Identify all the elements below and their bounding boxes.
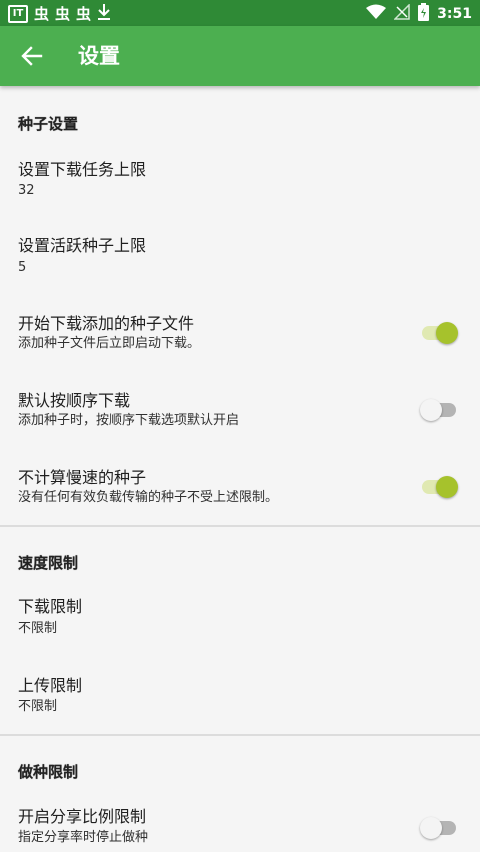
pref-summary: 32	[18, 183, 35, 198]
pref-summary: 不限制	[18, 621, 58, 636]
section-divider	[0, 734, 480, 736]
pref-title: 默认按顺序下载	[18, 391, 131, 410]
status-bar: IT 虫 虫 虫 3:51	[0, 0, 480, 26]
app-bar: 设置	[0, 26, 480, 86]
section-header-seeding: 做种限制	[18, 763, 79, 781]
pref-title: 设置活跃种子上限	[18, 236, 147, 255]
download-icon	[97, 3, 111, 25]
switch-thumb	[436, 322, 458, 344]
arrow-back-icon	[21, 46, 43, 66]
no-signal-icon	[393, 3, 410, 24]
back-button[interactable]	[14, 38, 50, 74]
bug-icon: 虫	[76, 5, 92, 23]
bug-icon: 虫	[34, 5, 50, 23]
switch-thumb	[436, 476, 458, 498]
pref-title: 设置下载任务上限	[18, 160, 147, 179]
bug-icon: 虫	[55, 5, 71, 23]
pref-title: 开启分享比例限制	[18, 807, 147, 826]
page-title: 设置	[78, 44, 120, 68]
toggle-switch-on[interactable]	[420, 320, 458, 344]
pref-title: 下载限制	[18, 597, 83, 616]
section-header-torrent: 种子设置	[18, 115, 79, 133]
toggle-switch-off[interactable]	[420, 815, 458, 839]
pref-summary: 添加种子文件后立即启动下载。	[18, 336, 201, 351]
switch-thumb	[420, 817, 442, 839]
pref-title: 不计算慢速的种子	[18, 468, 147, 487]
toggle-switch-off[interactable]	[420, 397, 458, 421]
pref-summary: 不限制	[18, 699, 58, 714]
section-header-speed: 速度限制	[18, 554, 79, 572]
battery-icon	[418, 3, 430, 25]
pref-title: 上传限制	[18, 676, 83, 695]
pref-summary: 没有任何有效负载传输的种子不受上述限制。	[18, 490, 279, 505]
settings-list: 种子设置 设置下载任务上限 32 设置活跃种子上限 5 开始下载添加的种子文件 …	[0, 86, 480, 852]
switch-thumb	[420, 399, 442, 421]
status-time: 3:51	[437, 6, 472, 22]
section-divider	[0, 525, 480, 527]
status-notifications: IT 虫 虫 虫	[8, 3, 111, 25]
pref-title: 开始下载添加的种子文件	[18, 314, 195, 333]
pref-summary: 添加种子时，按顺序下载选项默认开启	[18, 413, 240, 428]
pref-summary: 指定分享率时停止做种	[18, 830, 149, 845]
app-badge-icon: IT	[8, 5, 28, 23]
pref-summary: 5	[18, 260, 27, 275]
toggle-switch-on[interactable]	[420, 474, 458, 498]
status-system: 3:51	[366, 3, 472, 25]
wifi-icon	[366, 4, 387, 24]
